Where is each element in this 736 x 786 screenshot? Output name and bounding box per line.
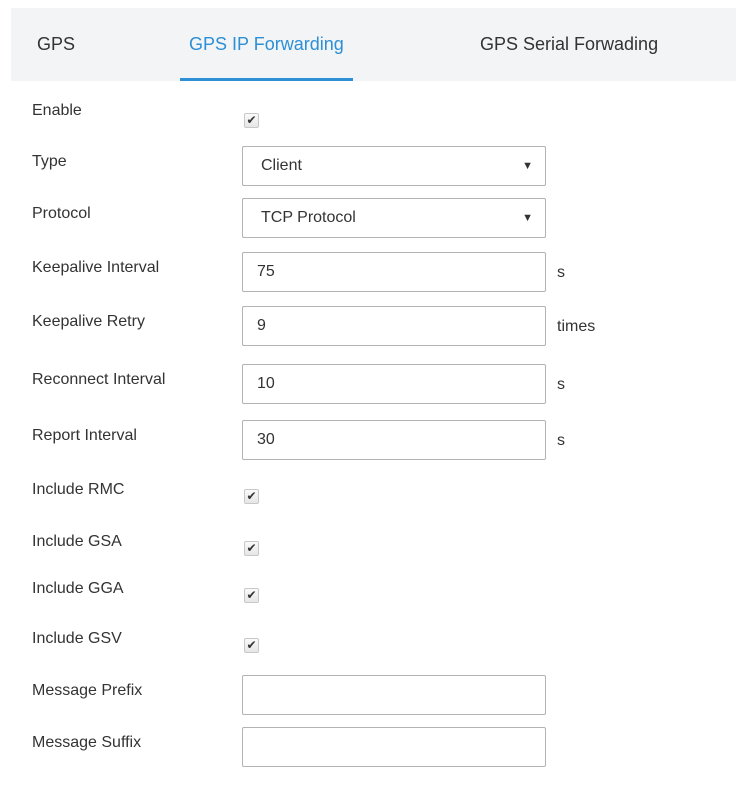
protocol-row: Protocol TCP Protocol ▼ — [0, 198, 736, 257]
include-rmc-label: Include RMC — [32, 481, 125, 498]
keepalive-retry-input[interactable]: 9 — [242, 306, 546, 346]
keepalive-interval-unit: s — [557, 264, 565, 281]
protocol-select-value: TCP Protocol — [261, 209, 356, 226]
message-suffix-input[interactable] — [242, 727, 546, 767]
include-gsa-checkbox[interactable]: ✔ — [244, 541, 259, 556]
reconnect-interval-label: Reconnect Interval — [32, 371, 166, 388]
message-prefix-input[interactable] — [242, 675, 546, 715]
enable-label: Enable — [32, 102, 82, 119]
include-gsv-label: Include GSV — [32, 630, 122, 647]
keepalive-interval-input[interactable]: 75 — [242, 252, 546, 292]
tab-gps[interactable]: GPS — [37, 8, 75, 81]
enable-checkbox[interactable]: ✔ — [244, 113, 259, 128]
include-gsa-row: Include GSA ✔ — [0, 533, 736, 585]
report-interval-label: Report Interval — [32, 427, 137, 444]
include-gga-label: Include GGA — [32, 580, 124, 597]
report-interval-unit: s — [557, 432, 565, 449]
include-gga-checkbox[interactable]: ✔ — [244, 588, 259, 603]
keepalive-retry-label: Keepalive Retry — [32, 313, 145, 330]
tab-gps-ip-forwarding[interactable]: GPS IP Forwarding — [180, 8, 353, 81]
reconnect-interval-input[interactable]: 10 — [242, 364, 546, 404]
message-prefix-label: Message Prefix — [32, 682, 143, 699]
type-label: Type — [32, 153, 67, 170]
chevron-down-icon: ▼ — [522, 160, 533, 172]
include-gsv-checkbox[interactable]: ✔ — [244, 638, 259, 653]
reconnect-interval-unit: s — [557, 376, 565, 393]
keepalive-retry-unit: times — [557, 318, 596, 335]
include-gsa-label: Include GSA — [32, 533, 122, 550]
include-rmc-checkbox[interactable]: ✔ — [244, 489, 259, 504]
chevron-down-icon: ▼ — [522, 212, 533, 224]
tab-bar: GPS GPS IP Forwarding GPS Serial Forwadi… — [11, 8, 736, 81]
message-suffix-label: Message Suffix — [32, 734, 142, 751]
tab-gps-serial-forwarding[interactable]: GPS Serial Forwading — [480, 8, 658, 81]
protocol-label: Protocol — [32, 205, 91, 222]
report-interval-input[interactable]: 30 — [242, 420, 546, 460]
keepalive-retry-row: Keepalive Retry 9 times — [0, 306, 736, 365]
include-gga-row: Include GGA ✔ — [0, 580, 736, 632]
report-interval-row: Report Interval 30 s — [0, 420, 736, 479]
message-suffix-row: Message Suffix — [0, 727, 736, 786]
keepalive-interval-row: Keepalive Interval 75 s — [0, 252, 736, 311]
keepalive-interval-label: Keepalive Interval — [32, 259, 160, 276]
include-rmc-row: Include RMC ✔ — [0, 481, 736, 533]
reconnect-interval-row: Reconnect Interval 10 s — [0, 364, 736, 423]
type-select[interactable]: Client ▼ — [242, 146, 546, 186]
type-select-value: Client — [261, 157, 302, 174]
protocol-select[interactable]: TCP Protocol ▼ — [242, 198, 546, 238]
